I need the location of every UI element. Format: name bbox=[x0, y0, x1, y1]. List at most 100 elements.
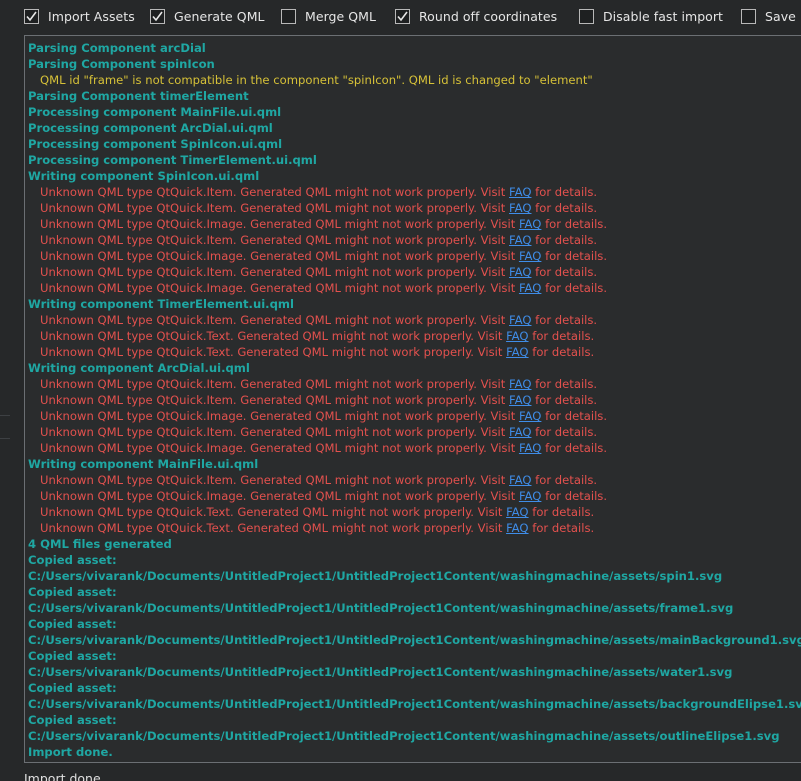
disable-fast-import-checkbox[interactable] bbox=[579, 8, 594, 24]
log-line-info: C:/Users/vivarank/Documents/UntitledProj… bbox=[28, 601, 734, 615]
log-error-suffix: for details. bbox=[531, 393, 598, 407]
log-line-info: Parsing Component arcDial bbox=[28, 41, 206, 55]
faq-link[interactable]: FAQ bbox=[519, 409, 541, 423]
log-error-suffix: for details. bbox=[541, 281, 608, 295]
log-error-text: Unknown QML type QtQuick.Item. Generated… bbox=[40, 377, 510, 391]
log-error-text: Unknown QML type QtQuick.Item. Generated… bbox=[40, 425, 510, 439]
faq-link[interactable]: FAQ bbox=[519, 249, 541, 263]
log-error-suffix: for details. bbox=[531, 233, 598, 247]
log-line-info: C:/Users/vivarank/Documents/UntitledProj… bbox=[28, 633, 801, 647]
round-off-coordinates-checkbox[interactable] bbox=[395, 8, 410, 24]
log-line-info: Writing component TimerElement.ui.qml bbox=[28, 297, 294, 311]
faq-link[interactable]: FAQ bbox=[519, 489, 541, 503]
log-line-info: Copied asset: bbox=[28, 553, 117, 567]
log-line-info: Import done. bbox=[28, 745, 113, 759]
faq-link[interactable]: FAQ bbox=[509, 377, 531, 391]
log-line-error: Unknown QML type QtQuick.Item. Generated… bbox=[28, 200, 597, 216]
check-mark-icon bbox=[26, 11, 37, 21]
log-error-text: Unknown QML type QtQuick.Image. Generate… bbox=[40, 281, 519, 295]
log-error-suffix: for details. bbox=[531, 265, 598, 279]
merge-qml-label: Merge QML bbox=[305, 8, 377, 24]
log-line-error: Unknown QML type QtQuick.Image. Generate… bbox=[28, 488, 607, 504]
log-error-suffix: for details. bbox=[541, 249, 608, 263]
log-error-suffix: for details. bbox=[531, 377, 598, 391]
log-line-error: Unknown QML type QtQuick.Text. Generated… bbox=[28, 520, 594, 536]
save-log-checkbox[interactable] bbox=[741, 8, 756, 24]
faq-link[interactable]: FAQ bbox=[519, 441, 541, 455]
merge-qml-option[interactable]: Merge QML bbox=[281, 7, 376, 25]
log-error-suffix: for details. bbox=[531, 473, 598, 487]
import-options-bar: Import Assets Generate QML Merge QML Rou… bbox=[0, 0, 801, 33]
faq-link[interactable]: FAQ bbox=[506, 521, 528, 535]
faq-link[interactable]: FAQ bbox=[509, 473, 531, 487]
log-error-suffix: for details. bbox=[528, 345, 595, 359]
log-line-info: Parsing Component spinIcon bbox=[28, 57, 215, 71]
faq-link[interactable]: FAQ bbox=[509, 233, 531, 247]
log-error-suffix: for details. bbox=[541, 441, 608, 455]
log-line-error: Unknown QML type QtQuick.Item. Generated… bbox=[28, 184, 597, 200]
generate-qml-label: Generate QML bbox=[174, 8, 265, 24]
generate-qml-option[interactable]: Generate QML bbox=[150, 7, 265, 25]
faq-link[interactable]: FAQ bbox=[509, 185, 531, 199]
import-assets-checkbox[interactable] bbox=[24, 8, 39, 24]
log-error-suffix: for details. bbox=[541, 217, 608, 231]
log-error-text: Unknown QML type QtQuick.Image. Generate… bbox=[40, 249, 519, 263]
import-log-panel[interactable]: Parsing Component arcDial Parsing Compone… bbox=[24, 35, 801, 763]
log-line-error: Unknown QML type QtQuick.Item. Generated… bbox=[28, 312, 597, 328]
log-line-info: Processing component TimerElement.ui.qml bbox=[28, 153, 317, 167]
log-line-info: C:/Users/vivarank/Documents/UntitledProj… bbox=[28, 665, 733, 679]
log-error-text: Unknown QML type QtQuick.Item. Generated… bbox=[40, 233, 510, 247]
log-line-info: 4 QML files generated bbox=[28, 537, 172, 551]
log-line-error: Unknown QML type QtQuick.Item. Generated… bbox=[28, 376, 597, 392]
check-mark-icon bbox=[397, 11, 408, 21]
log-line-info: Processing component ArcDial.ui.qml bbox=[28, 121, 273, 135]
log-line-info: Writing component ArcDial.ui.qml bbox=[28, 361, 250, 375]
log-error-text: Unknown QML type QtQuick.Item. Generated… bbox=[40, 473, 510, 487]
faq-link[interactable]: FAQ bbox=[519, 217, 541, 231]
log-line-error: Unknown QML type QtQuick.Text. Generated… bbox=[28, 504, 594, 520]
import-assets-option[interactable]: Import Assets bbox=[24, 7, 135, 25]
log-line-info: Copied asset: bbox=[28, 649, 117, 663]
merge-qml-checkbox[interactable] bbox=[281, 8, 296, 24]
log-line-info: C:/Users/vivarank/Documents/UntitledProj… bbox=[28, 729, 780, 743]
panel-divider bbox=[0, 415, 10, 416]
faq-link[interactable]: FAQ bbox=[506, 505, 528, 519]
log-line-error: Unknown QML type QtQuick.Item. Generated… bbox=[28, 424, 597, 440]
log-error-text: Unknown QML type QtQuick.Text. Generated… bbox=[40, 329, 507, 343]
log-error-text: Unknown QML type QtQuick.Image. Generate… bbox=[40, 409, 519, 423]
generate-qml-checkbox[interactable] bbox=[150, 8, 165, 24]
log-error-suffix: for details. bbox=[541, 409, 608, 423]
round-off-coordinates-option[interactable]: Round off coordinates bbox=[395, 7, 557, 25]
log-error-suffix: for details. bbox=[528, 505, 595, 519]
faq-link[interactable]: FAQ bbox=[506, 329, 528, 343]
log-line-error: Unknown QML type QtQuick.Item. Generated… bbox=[28, 264, 597, 280]
log-error-suffix: for details. bbox=[531, 425, 598, 439]
import-assets-label: Import Assets bbox=[48, 8, 135, 24]
import-dialog: Import Assets Generate QML Merge QML Rou… bbox=[0, 0, 801, 781]
faq-link[interactable]: FAQ bbox=[519, 281, 541, 295]
log-line-error: Unknown QML type QtQuick.Item. Generated… bbox=[28, 472, 597, 488]
log-line-info: Copied asset: bbox=[28, 681, 117, 695]
log-error-text: Unknown QML type QtQuick.Item. Generated… bbox=[40, 313, 510, 327]
log-line-info: C:/Users/vivarank/Documents/UntitledProj… bbox=[28, 569, 723, 583]
log-error-text: Unknown QML type QtQuick.Image. Generate… bbox=[40, 441, 519, 455]
save-log-option[interactable]: Save Lo bbox=[741, 7, 801, 25]
faq-link[interactable]: FAQ bbox=[509, 393, 531, 407]
faq-link[interactable]: FAQ bbox=[509, 265, 531, 279]
disable-fast-import-option[interactable]: Disable fast import bbox=[579, 7, 723, 25]
faq-link[interactable]: FAQ bbox=[506, 345, 528, 359]
log-line-info: Processing component MainFile.ui.qml bbox=[28, 105, 282, 119]
log-line-info: Copied asset: bbox=[28, 617, 117, 631]
disable-fast-import-label: Disable fast import bbox=[603, 8, 724, 24]
log-line-info: Copied asset: bbox=[28, 713, 117, 727]
faq-link[interactable]: FAQ bbox=[509, 425, 531, 439]
faq-link[interactable]: FAQ bbox=[509, 201, 531, 215]
log-error-text: Unknown QML type QtQuick.Image. Generate… bbox=[40, 489, 519, 503]
log-error-text: Unknown QML type QtQuick.Text. Generated… bbox=[40, 505, 507, 519]
faq-link[interactable]: FAQ bbox=[509, 313, 531, 327]
check-mark-icon bbox=[152, 11, 163, 21]
log-error-suffix: for details. bbox=[528, 521, 595, 535]
round-off-coordinates-label: Round off coordinates bbox=[419, 8, 558, 24]
log-line-info: C:/Users/vivarank/Documents/UntitledProj… bbox=[28, 697, 801, 711]
log-error-text: Unknown QML type QtQuick.Item. Generated… bbox=[40, 393, 510, 407]
